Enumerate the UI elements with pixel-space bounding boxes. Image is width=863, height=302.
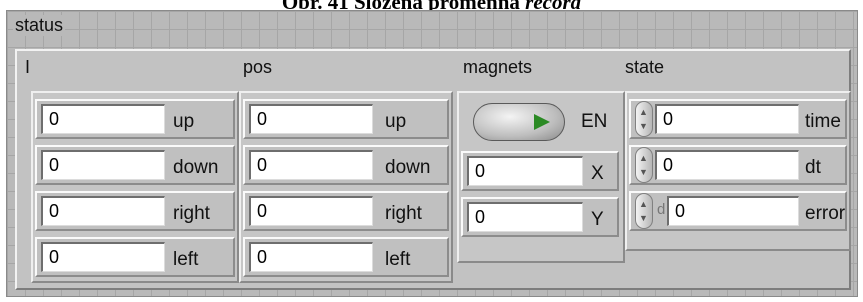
- i-down-field[interactable]: 0: [41, 150, 165, 180]
- i-up-label: up: [173, 111, 195, 132]
- section-i: 0 up 0 down 0 right 0 left: [31, 91, 239, 283]
- state-error-field[interactable]: 0: [667, 196, 799, 226]
- en-label: EN: [581, 111, 608, 132]
- state-time-control: ▲ ▼ 0 time: [629, 99, 847, 139]
- cluster-label: status: [13, 15, 66, 36]
- pos-up-control: 0 up: [243, 99, 449, 139]
- pos-left-label: left: [385, 249, 411, 270]
- pos-down-field[interactable]: 0: [249, 150, 373, 180]
- pos-right-control: 0 right: [243, 191, 449, 231]
- state-dt-field[interactable]: 0: [655, 150, 799, 180]
- pos-down-control: 0 down: [243, 145, 449, 185]
- section-label-i: I: [25, 57, 31, 77]
- pos-right-label: right: [385, 203, 422, 224]
- magnets-x-label: X: [591, 163, 604, 184]
- error-prefix: d: [657, 201, 666, 218]
- caption-text: Obr. 41 Složená proměnná: [282, 0, 525, 10]
- state-dt-control: ▲ ▼ 0 dt: [629, 145, 847, 185]
- magnets-x-control: 0 X: [461, 151, 619, 191]
- i-up-field[interactable]: 0: [41, 104, 165, 134]
- time-stepper-icon[interactable]: ▲ ▼: [635, 101, 653, 137]
- i-left-label: left: [173, 249, 199, 270]
- i-down-control: 0 down: [35, 145, 235, 185]
- i-left-field[interactable]: 0: [41, 242, 165, 272]
- section-label-state: state: [625, 57, 665, 77]
- section-pos: 0 up 0 down 0 right 0 left: [239, 91, 453, 283]
- i-right-label: right: [173, 203, 210, 224]
- i-down-label: down: [173, 157, 219, 178]
- pos-left-control: 0 left: [243, 237, 449, 277]
- i-up-control: 0 up: [35, 99, 235, 139]
- error-stepper-icon[interactable]: ▲ ▼: [635, 193, 653, 229]
- i-right-field[interactable]: 0: [41, 196, 165, 226]
- caption-italic-text: record: [525, 0, 581, 10]
- section-label-pos: pos: [243, 57, 273, 77]
- en-led-button[interactable]: [473, 103, 565, 141]
- state-error-control: ▲ ▼ d 0 error: [629, 191, 847, 231]
- cluster-body: I 0 up 0 down 0 right 0 left pos 0 up 0 …: [15, 49, 851, 290]
- pos-up-label: up: [385, 111, 407, 132]
- state-dt-label: dt: [805, 157, 821, 178]
- pos-down-label: down: [385, 157, 431, 178]
- pos-right-field[interactable]: 0: [249, 196, 373, 226]
- section-magnets: EN 0 X 0 Y: [457, 91, 625, 263]
- led-arrow-icon: [534, 114, 550, 130]
- figure-caption: Obr. 41 Složená proměnná record: [0, 0, 863, 10]
- i-right-control: 0 right: [35, 191, 235, 231]
- magnets-x-field[interactable]: 0: [467, 156, 583, 186]
- magnets-y-label: Y: [591, 209, 604, 230]
- state-time-field[interactable]: 0: [655, 104, 799, 134]
- pos-left-field[interactable]: 0: [249, 242, 373, 272]
- i-left-control: 0 left: [35, 237, 235, 277]
- dt-stepper-icon[interactable]: ▲ ▼: [635, 147, 653, 183]
- state-time-label: time: [805, 111, 841, 132]
- section-state: ▲ ▼ 0 time ▲ ▼ 0 dt ▲ ▼ d 0 error: [625, 91, 851, 251]
- section-label-magnets: magnets: [463, 57, 533, 77]
- state-error-label: error: [805, 203, 846, 224]
- magnets-y-control: 0 Y: [461, 197, 619, 237]
- magnets-y-field[interactable]: 0: [467, 202, 583, 232]
- status-cluster: status I 0 up 0 down 0 right 0 left pos: [6, 10, 858, 297]
- pos-up-field[interactable]: 0: [249, 104, 373, 134]
